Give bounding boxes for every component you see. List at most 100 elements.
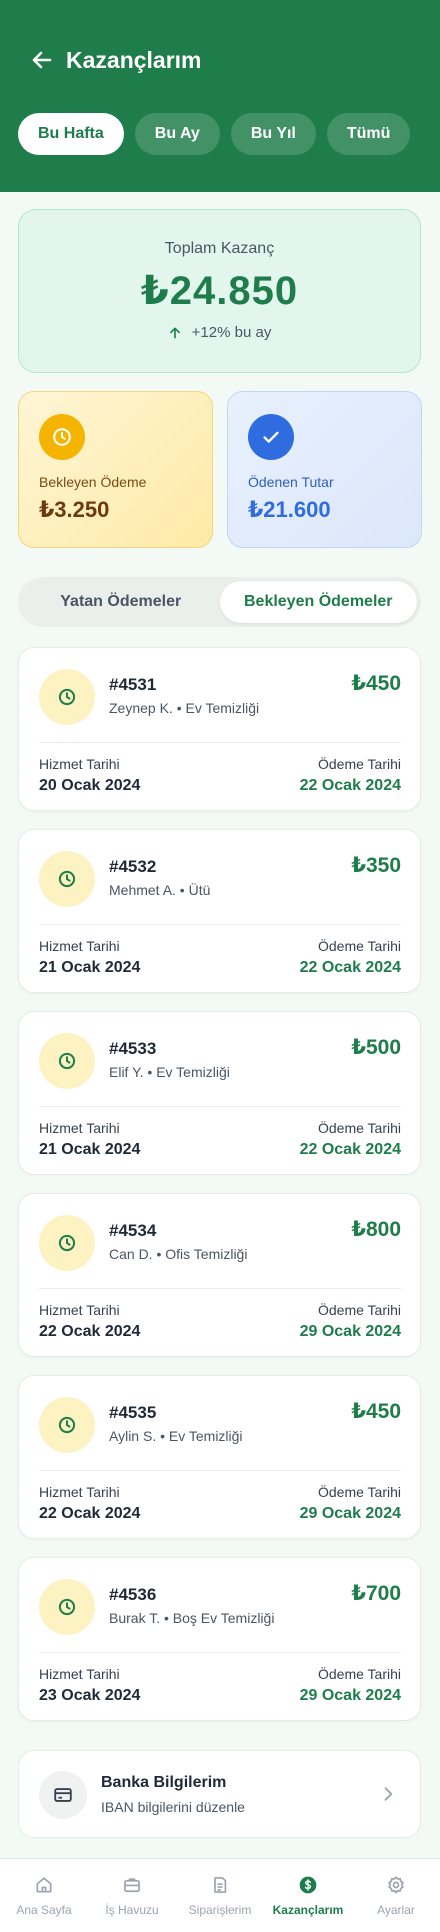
total-change: +12% bu ay xyxy=(19,324,420,341)
order-card[interactable]: #4536 Burak T. • Boş Ev Temizliği ₺700 H… xyxy=(18,1557,421,1721)
nav-item-earnings[interactable]: Kazançlarım xyxy=(264,1859,352,1932)
payment-date-label: Ödeme Tarihi xyxy=(317,1302,401,1318)
period-tabs: Bu Hafta Bu Ay Bu Yıl Tümü xyxy=(18,113,411,155)
nav-item-orders[interactable]: Siparişlerim xyxy=(176,1859,264,1932)
gear-icon xyxy=(388,1876,404,1894)
order-amount: ₺800 xyxy=(351,1218,401,1241)
order-amount: ₺450 xyxy=(351,672,401,695)
order-amount: ₺500 xyxy=(351,1036,401,1059)
nav-label: Ana Sayfa xyxy=(16,1903,72,1917)
clock-icon xyxy=(58,870,76,888)
order-card[interactable]: #4533 Elif Y. • Ev Temizliği ₺500 Hizmet… xyxy=(18,1011,421,1175)
service-date-value: 22 Ocak 2024 xyxy=(39,1323,141,1340)
nav-item-home[interactable]: Ana Sayfa xyxy=(0,1859,88,1932)
chevron-right-icon xyxy=(384,1787,393,1801)
payment-date-label: Ödeme Tarihi xyxy=(317,756,401,772)
segment-deposited-payments[interactable]: Yatan Ödemeler xyxy=(22,581,220,623)
bank-info-button[interactable]: Banka Bilgilerim IBAN bilgilerini düzenl… xyxy=(18,1750,421,1838)
order-status-icon-wrap xyxy=(39,1215,95,1271)
service-date-value: 22 Ocak 2024 xyxy=(39,1505,141,1522)
total-earnings-card: Toplam Kazanç ₺24.850 +12% bu ay xyxy=(18,209,421,373)
pending-payment-card: Bekleyen Ödeme ₺3.250 xyxy=(18,391,213,548)
payment-date-label: Ödeme Tarihi xyxy=(317,1120,401,1136)
order-status-icon-wrap xyxy=(39,851,95,907)
order-customer-service: Elif Y. • Ev Temizliği xyxy=(109,1064,230,1080)
order-id: #4535 xyxy=(109,1403,157,1422)
nav-item-job-pool[interactable]: İş Havuzu xyxy=(88,1859,176,1932)
order-id: #4531 xyxy=(109,675,157,694)
divider xyxy=(39,1288,401,1289)
tab-this-week[interactable]: Bu Hafta xyxy=(18,113,124,155)
divider xyxy=(39,1652,401,1653)
payment-date-value: 22 Ocak 2024 xyxy=(299,1141,401,1158)
clock-icon xyxy=(58,1052,76,1070)
clock-icon xyxy=(58,688,76,706)
bank-info-subtitle: IBAN bilgilerini düzenle xyxy=(101,1799,245,1815)
pending-payment-label: Bekleyen Ödeme xyxy=(39,474,147,490)
pending-payment-value: ₺3.250 xyxy=(39,497,110,522)
service-date-value: 21 Ocak 2024 xyxy=(39,959,141,976)
arrow-left-icon xyxy=(32,51,52,69)
service-date-label: Hizmet Tarihi xyxy=(39,1120,120,1136)
service-date-value: 20 Ocak 2024 xyxy=(39,777,141,794)
segment-pending-payments[interactable]: Bekleyen Ödemeler xyxy=(219,581,417,623)
service-date-label: Hizmet Tarihi xyxy=(39,1666,120,1682)
paid-amount-label: Ödenen Tutar xyxy=(248,474,334,490)
pending-icon-wrap xyxy=(39,414,85,460)
nav-label: Ayarlar xyxy=(377,1903,415,1917)
payments-segmented-control: Yatan Ödemeler Bekleyen Ödemeler xyxy=(18,577,421,627)
bottom-navigation: Ana Sayfa İş Havuzu Siparişlerim Kazançl… xyxy=(0,1858,440,1932)
divider xyxy=(39,1470,401,1471)
service-date-label: Hizmet Tarihi xyxy=(39,756,120,772)
arrow-up-icon xyxy=(169,327,180,338)
payment-date-label: Ödeme Tarihi xyxy=(317,1666,401,1682)
nav-label: Kazançlarım xyxy=(272,1903,344,1917)
order-id: #4534 xyxy=(109,1221,157,1240)
nav-label: İş Havuzu xyxy=(105,1903,159,1917)
order-customer-service: Can D. • Ofis Temizliği xyxy=(109,1246,248,1262)
document-icon xyxy=(214,1877,227,1893)
nav-item-settings[interactable]: Ayarlar xyxy=(352,1859,440,1932)
order-card[interactable]: #4531 Zeynep K. • Ev Temizliği ₺450 Hizm… xyxy=(18,647,421,811)
back-button[interactable] xyxy=(28,46,56,74)
clock-icon xyxy=(58,1598,76,1616)
divider xyxy=(39,742,401,743)
paid-amount-card: Ödenen Tutar ₺21.600 xyxy=(227,391,422,548)
paid-icon-wrap xyxy=(248,414,294,460)
order-customer-service: Mehmet A. • Ütü xyxy=(109,882,211,898)
order-card[interactable]: #4534 Can D. • Ofis Temizliği ₺800 Hizme… xyxy=(18,1193,421,1357)
payment-date-value: 22 Ocak 2024 xyxy=(299,959,401,976)
bank-icon-wrap xyxy=(39,1771,87,1819)
order-status-icon-wrap xyxy=(39,669,95,725)
order-card[interactable]: #4532 Mehmet A. • Ütü ₺350 Hizmet Tarihi… xyxy=(18,829,421,993)
order-customer-service: Burak T. • Boş Ev Temizliği xyxy=(109,1610,275,1626)
order-status-icon-wrap xyxy=(39,1033,95,1089)
total-change-text: +12% bu ay xyxy=(191,324,272,341)
divider xyxy=(39,924,401,925)
service-date-value: 23 Ocak 2024 xyxy=(39,1687,141,1704)
order-status-icon-wrap xyxy=(39,1397,95,1453)
payment-date-value: 22 Ocak 2024 xyxy=(299,777,401,794)
check-icon xyxy=(263,431,279,443)
paid-amount-value: ₺21.600 xyxy=(248,497,331,522)
page-title: Kazançlarım xyxy=(66,47,202,73)
order-customer-service: Aylin S. • Ev Temizliği xyxy=(109,1428,243,1444)
service-date-label: Hizmet Tarihi xyxy=(39,938,120,954)
tab-this-month[interactable]: Bu Ay xyxy=(134,113,220,155)
divider xyxy=(39,1106,401,1107)
payment-date-value: 29 Ocak 2024 xyxy=(299,1323,401,1340)
order-amount: ₺700 xyxy=(351,1582,401,1605)
order-card[interactable]: #4535 Aylin S. • Ev Temizliği ₺450 Hizme… xyxy=(18,1375,421,1539)
home-icon xyxy=(36,1877,52,1893)
order-id: #4536 xyxy=(109,1585,157,1604)
payment-date-value: 29 Ocak 2024 xyxy=(299,1505,401,1522)
tab-all[interactable]: Tümü xyxy=(326,113,411,155)
bank-info-title: Banka Bilgilerim xyxy=(101,1774,227,1791)
order-id: #4533 xyxy=(109,1039,157,1058)
order-customer-service: Zeynep K. • Ev Temizliği xyxy=(109,700,260,716)
order-status-icon-wrap xyxy=(39,1579,95,1635)
order-id: #4532 xyxy=(109,857,157,876)
order-amount: ₺450 xyxy=(351,1400,401,1423)
service-date-label: Hizmet Tarihi xyxy=(39,1484,120,1500)
tab-this-year[interactable]: Bu Yıl xyxy=(230,113,316,155)
